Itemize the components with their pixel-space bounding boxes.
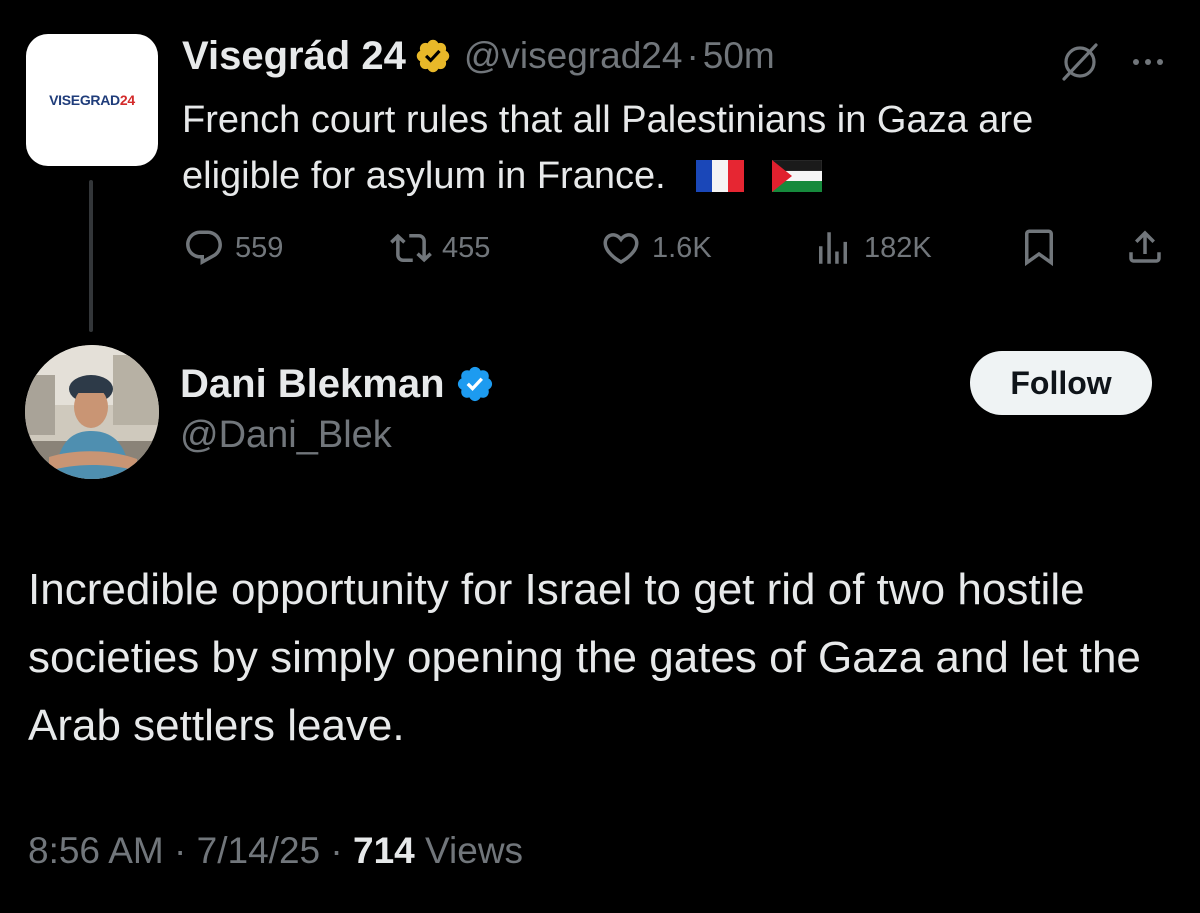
views-label: Views — [425, 830, 524, 871]
quoted-timestamp[interactable]: 50m — [703, 35, 775, 77]
repost-button[interactable]: 455 — [390, 222, 490, 274]
share-icon[interactable] — [1124, 226, 1166, 268]
like-button[interactable]: 1.6K — [600, 222, 712, 274]
meta-separator: · — [330, 830, 343, 871]
follow-button[interactable]: Follow — [970, 351, 1152, 415]
repost-icon — [390, 233, 432, 263]
main-author-row: Dani Blekman — [180, 358, 495, 410]
flag-palestine-icon — [771, 160, 822, 192]
reply-count: 559 — [235, 231, 284, 264]
grok-icon[interactable] — [1058, 40, 1102, 84]
like-count: 1.6K — [652, 231, 712, 264]
dani-avatar[interactable] — [25, 345, 159, 479]
reply-icon — [186, 230, 222, 265]
main-tweet-text: Incredible opportunity for Israel to get… — [28, 565, 1141, 750]
views-icon — [819, 232, 847, 264]
like-icon — [603, 233, 639, 265]
flag-france-icon — [695, 160, 744, 192]
views-number: 714 — [353, 830, 415, 871]
profile-photo — [25, 345, 159, 479]
quoted-handle[interactable]: @visegrad24 — [464, 35, 683, 77]
main-handle[interactable]: @Dani_Blek — [180, 414, 392, 457]
more-icon[interactable] — [1126, 40, 1170, 84]
visegrad-logo: VISEGRAD24 — [49, 92, 135, 108]
tweet-date[interactable]: 7/14/25 — [197, 830, 320, 871]
tweet-time[interactable]: 8:56 AM — [28, 830, 164, 871]
thread-connector-line — [89, 180, 93, 332]
blue-verified-badge-icon — [457, 366, 492, 402]
quoted-separator: · — [686, 35, 699, 76]
meta-separator: · — [174, 830, 187, 871]
repost-count: 455 — [442, 231, 491, 264]
quoted-tweet-text: French court rules that all Palestinians… — [182, 99, 1034, 197]
quoted-tweet-header: Visegrád 24 @visegrad24 · 50m — [182, 30, 775, 82]
tweet-meta: 8:56 AM · 7/14/25 · 714 Views — [28, 830, 523, 872]
reply-button[interactable]: 559 — [183, 222, 283, 274]
quoted-display-name[interactable]: Visegrád 24 — [182, 34, 406, 79]
main-display-name[interactable]: Dani Blekman — [180, 362, 445, 407]
visegrad-avatar[interactable]: VISEGRAD24 — [26, 34, 158, 166]
gold-verified-badge-icon — [416, 39, 450, 73]
views-count: 182K — [864, 231, 932, 264]
bookmark-icon[interactable] — [1018, 226, 1060, 268]
views-button[interactable]: 182K — [812, 222, 932, 274]
